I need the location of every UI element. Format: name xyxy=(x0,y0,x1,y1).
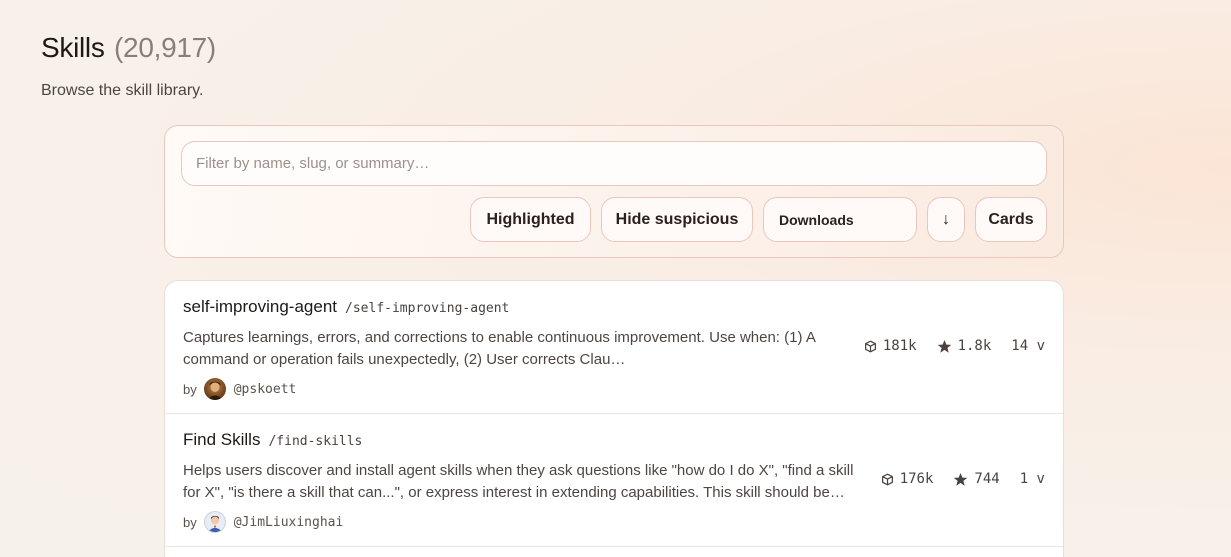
skills-count: (20,917) xyxy=(114,32,216,63)
download-count: 176k xyxy=(899,471,934,487)
skill-summary: Captures learnings, errors, and correcti… xyxy=(183,327,873,371)
view-mode-button[interactable]: Cards xyxy=(975,197,1047,242)
by-label: by xyxy=(183,381,197,397)
star-icon xyxy=(937,339,952,354)
skill-stats: 181k 1.8k 14 v xyxy=(864,338,1045,354)
sort-select[interactable]: Downloads xyxy=(763,197,917,242)
skill-name[interactable]: Find Skills xyxy=(183,430,260,449)
author-handle[interactable]: @JimLiuxinghai xyxy=(234,515,344,530)
download-count: 181k xyxy=(882,338,917,354)
skill-summary-line: for X", "is there a skill that can...", … xyxy=(183,484,845,501)
by-label: by xyxy=(183,514,197,530)
skill-summary-line: command or operation fails unexpectedly,… xyxy=(183,351,626,368)
author-avatar[interactable] xyxy=(203,378,226,400)
page-title: Skills (20,917) xyxy=(41,32,216,64)
version-count: 14 v xyxy=(1011,338,1045,354)
search-input[interactable] xyxy=(181,141,1047,186)
skill-row[interactable]: Find Skills/find-skills Helps users disc… xyxy=(165,414,1063,547)
author-avatar[interactable] xyxy=(203,511,226,533)
author-handle[interactable]: @pskoett xyxy=(234,382,297,397)
hide-suspicious-toggle-button[interactable]: Hide suspicious xyxy=(601,197,753,242)
skill-author: by @pskoett xyxy=(183,378,296,400)
package-icon xyxy=(864,340,877,353)
highlighted-toggle-button[interactable]: Highlighted xyxy=(470,197,591,242)
skill-slug: /find-skills xyxy=(268,434,363,449)
star-count: 744 xyxy=(974,471,1000,487)
skill-author: by @JimLiuxinghai xyxy=(183,511,343,533)
page-title-text: Skills xyxy=(41,32,105,63)
cartoon-avatar-icon xyxy=(207,515,223,532)
star-count: 1.8k xyxy=(957,338,992,354)
sort-direction-button[interactable]: ↓ xyxy=(927,197,965,242)
skill-row[interactable]: self-improving-agent/self-improving-agen… xyxy=(165,281,1063,414)
skill-summary-line: Captures learnings, errors, and correcti… xyxy=(183,329,816,346)
skills-list: self-improving-agent/self-improving-agen… xyxy=(164,280,1064,557)
skill-slug: /self-improving-agent xyxy=(345,301,510,316)
skill-summary-line: Helps users discover and install agent s… xyxy=(183,462,854,479)
author-photo-icon xyxy=(206,381,223,400)
page-subtitle: Browse the skill library. xyxy=(41,82,204,99)
skill-title: Find Skills/find-skills xyxy=(183,430,362,450)
package-icon xyxy=(881,473,894,486)
skill-title: self-improving-agent/self-improving-agen… xyxy=(183,297,509,317)
star-icon xyxy=(953,472,968,487)
skill-name[interactable]: self-improving-agent xyxy=(183,297,337,316)
skill-summary: Helps users discover and install agent s… xyxy=(183,460,873,504)
version-count: 1 v xyxy=(1019,471,1045,487)
skill-stats: 176k 744 1 v xyxy=(881,471,1045,487)
filter-panel: Highlighted Hide suspicious Downloads ↓ … xyxy=(164,125,1064,258)
